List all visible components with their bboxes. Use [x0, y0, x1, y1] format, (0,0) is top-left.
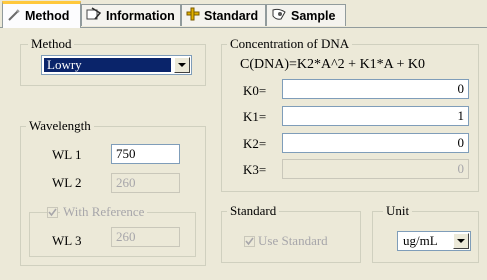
unit-group-title: Unit: [383, 203, 413, 219]
k3-input: 0: [282, 159, 469, 179]
k3-label: K3=: [243, 162, 267, 177]
tab-method-label: Method: [25, 9, 70, 23]
tab-information-label: Information: [106, 8, 175, 23]
k0-input[interactable]: 0: [282, 79, 469, 99]
method-group-title: Method: [28, 36, 75, 52]
k2-label: K2=: [243, 136, 267, 151]
standard-icon: [186, 7, 200, 24]
wl1-input[interactable]: 750: [111, 144, 180, 164]
concentration-group-title: Concentration of DNA: [227, 36, 353, 52]
k1-input[interactable]: 1: [282, 106, 469, 126]
method-icon: [7, 8, 21, 25]
checkmark-icon: [245, 237, 254, 246]
tab-standard[interactable]: Standard: [181, 4, 266, 26]
tab-sample-label: Sample: [291, 8, 336, 23]
unit-select-value: ug/mL: [403, 233, 438, 248]
tab-strip: Method Information Standard Sample: [0, 0, 487, 28]
tab-information[interactable]: Information: [81, 4, 181, 26]
tab-method[interactable]: Method: [2, 1, 81, 28]
wl3-label: WL 3: [52, 233, 82, 248]
concentration-formula: C(DNA)=K2*A^2 + K1*A + K0: [240, 57, 426, 72]
k2-input[interactable]: 0: [282, 133, 469, 153]
information-icon: [86, 7, 102, 24]
method-select[interactable]: Lowry: [41, 55, 192, 75]
tab-sample[interactable]: Sample: [266, 4, 346, 26]
unit-select[interactable]: ug/mL: [397, 231, 471, 251]
k1-label: K1=: [243, 109, 267, 124]
wl3-input: 260: [111, 227, 180, 247]
method-select-value: Lowry: [44, 58, 171, 72]
wavelength-group-title: Wavelength: [26, 118, 94, 134]
method-dropdown-button[interactable]: [174, 57, 190, 73]
use-standard-label: Use Standard: [258, 233, 328, 248]
chevron-down-icon: [457, 239, 465, 243]
use-standard-checkbox: [244, 236, 255, 247]
unit-dropdown-button[interactable]: [453, 233, 469, 249]
wl2-label: WL 2: [52, 175, 82, 190]
tab-standard-label: Standard: [204, 8, 259, 23]
wl2-input: 260: [111, 173, 180, 193]
k0-label: K0=: [243, 83, 267, 98]
chevron-down-icon: [178, 63, 186, 67]
standard-group-title: Standard: [227, 203, 280, 219]
checkmark-icon: [48, 208, 57, 217]
wl1-label: WL 1: [52, 147, 82, 162]
with-reference-checkbox: [47, 207, 58, 218]
with-reference-label: With Reference: [60, 204, 148, 220]
sample-icon: [271, 7, 287, 24]
